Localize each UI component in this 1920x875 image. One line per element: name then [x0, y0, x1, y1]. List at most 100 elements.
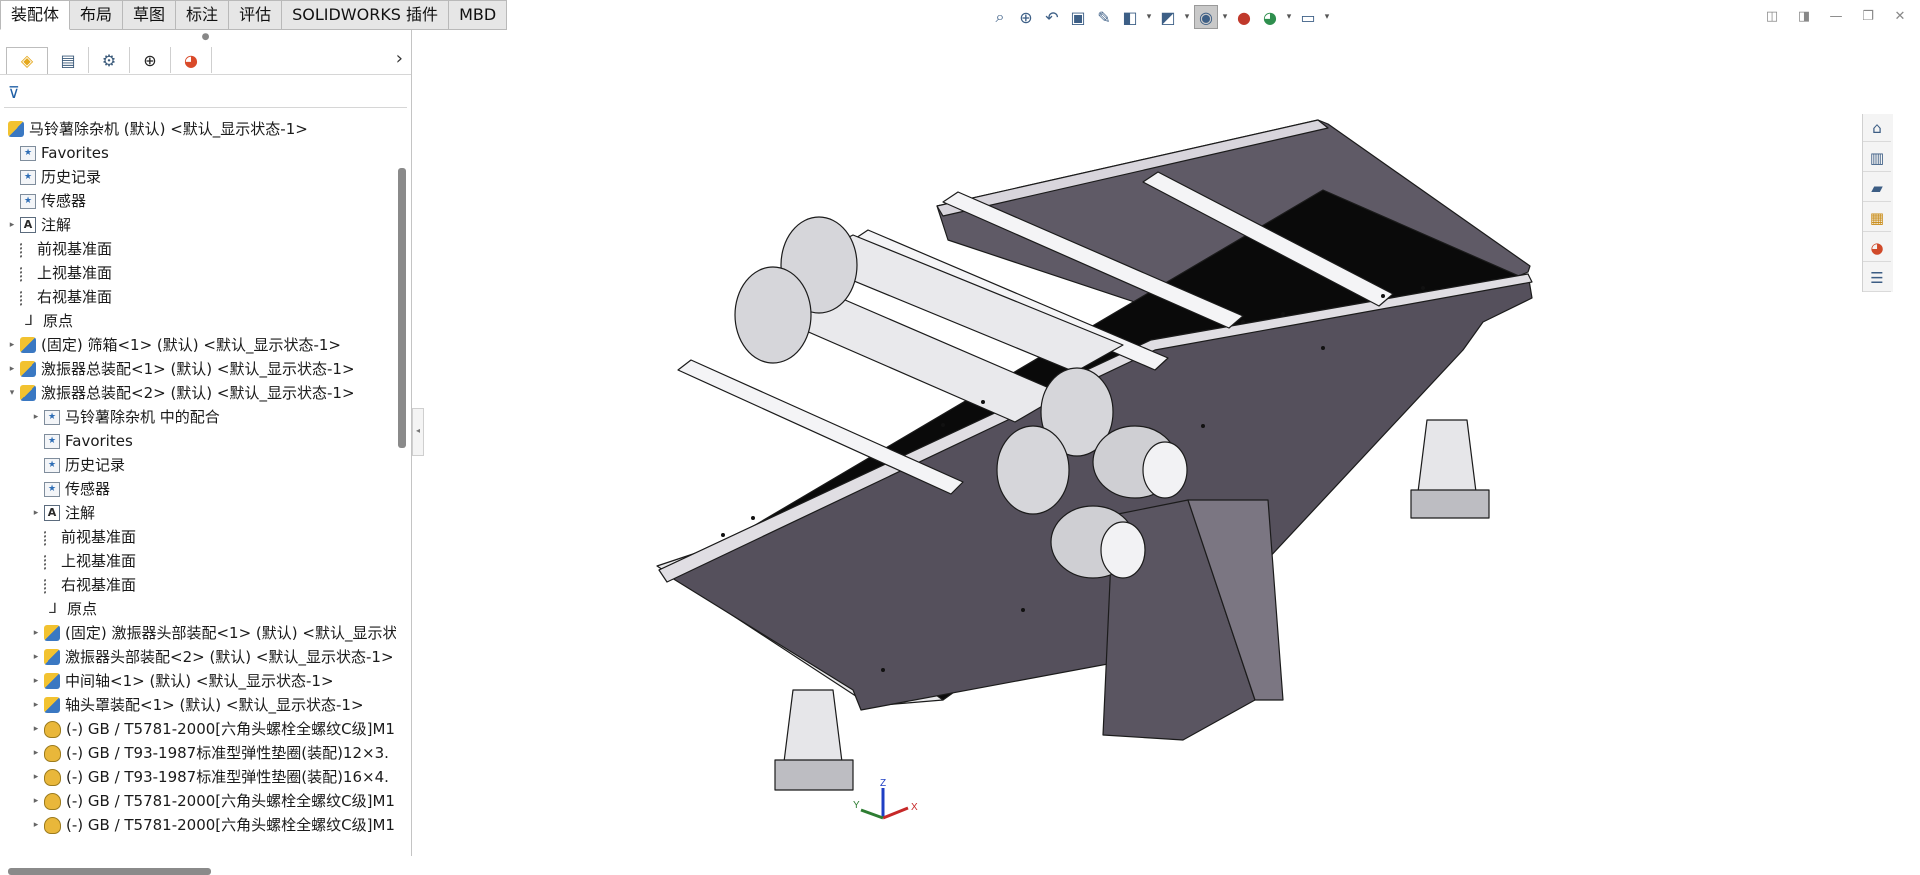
tree-item[interactable]: ★ 历史记录 — [0, 453, 396, 477]
expand-arrow-icon[interactable]: ▸ — [30, 405, 42, 429]
tree-item[interactable]: ▸ (固定) 筛箱<1> (默认) <默认_显示状态-1> — [0, 333, 396, 357]
tab-4[interactable]: 评估 — [229, 0, 283, 30]
tree-item[interactable]: ▸ ★ 马铃薯除杂机 中的配合 — [0, 405, 396, 429]
tree-item[interactable]: ▸ (固定) 激振器头部装配<1> (默认) <默认_显示状 — [0, 621, 396, 645]
tree-item[interactable]: ★ 传感器 — [0, 189, 396, 213]
file-explorer-icon[interactable]: ▰ — [1863, 174, 1891, 202]
tree-item[interactable]: 右视基准面 — [0, 573, 396, 597]
display-style-dropdown-icon[interactable]: ▾ — [1182, 5, 1192, 29]
tree-item[interactable]: 上视基准面 — [0, 549, 396, 573]
tree-item-label: 历史记录 — [41, 168, 102, 186]
tree-item[interactable]: ▸ (-) GB / T93-1987标准型弹性垫圈(装配)16×4. — [0, 765, 396, 789]
custom-properties-icon[interactable]: ☰ — [1863, 264, 1891, 292]
tab-6[interactable]: MBD — [449, 0, 508, 30]
tree-item-label: (-) GB / T5781-2000[六角头螺栓全螺纹C级]M1 — [66, 792, 395, 810]
tree-item[interactable]: ▸ A 注解 — [0, 213, 396, 237]
tree-item[interactable]: ★ Favorites — [0, 141, 396, 165]
tree-item[interactable]: ▸ (-) GB / T93-1987标准型弹性垫圈(装配)12×3. — [0, 741, 396, 765]
tree-vertical-scrollbar[interactable] — [398, 168, 406, 448]
expand-arrow-icon[interactable]: ▸ — [30, 717, 42, 741]
tree-item[interactable]: 前视基准面 — [0, 525, 396, 549]
expand-arrow-icon[interactable]: ▸ — [30, 741, 42, 765]
dimxpert-icon[interactable]: ⊕ — [130, 47, 171, 73]
plane-icon — [44, 576, 56, 594]
expand-arrow-icon[interactable]: ▸ — [6, 213, 18, 237]
expand-arrow-icon[interactable]: ▸ — [30, 645, 42, 669]
filter-icon[interactable]: ⊽ — [4, 83, 20, 102]
apply-scene-icon[interactable]: ◕ — [1258, 5, 1282, 29]
collapse-arrow-icon[interactable]: ▾ — [6, 381, 18, 405]
dynamic-annotation-icon[interactable]: ✎ — [1092, 5, 1116, 29]
tree-item[interactable]: ▸ (-) GB / T5781-2000[六角头螺栓全螺纹C级]M1 — [0, 813, 396, 837]
tree-item[interactable]: ★ Favorites — [0, 429, 396, 453]
expand-arrow-icon[interactable]: ▸ — [30, 813, 42, 837]
restore-icon[interactable]: ❐ — [1858, 6, 1878, 26]
expand-arrow-icon[interactable]: ▸ — [30, 621, 42, 645]
tree-item[interactable]: ▸ 激振器总装配<1> (默认) <默认_显示状态-1> — [0, 357, 396, 381]
expand-arrow-icon[interactable]: ▸ — [30, 501, 42, 525]
minimize-icon[interactable]: — — [1826, 6, 1846, 26]
featuremanager-icon[interactable]: ◈ — [6, 46, 48, 74]
graphics-area[interactable]: Z X Y ⌂ ▥ ▰ ▦ ◕ ☰ — [423, 30, 1893, 856]
previous-view-icon[interactable]: ↶ — [1040, 5, 1064, 29]
propertymanager-icon[interactable]: ▤ — [48, 47, 89, 73]
tree-item[interactable]: ▸ (-) GB / T5781-2000[六角头螺栓全螺纹C级]M1 — [0, 717, 396, 741]
tree-item[interactable]: ★ 历史记录 — [0, 165, 396, 189]
axis-triad-icon: Z X Y — [853, 778, 918, 820]
tree-item[interactable]: ▸ 激振器头部装配<2> (默认) <默认_显示状态-1> — [0, 645, 396, 669]
design-library-icon[interactable]: ▥ — [1863, 144, 1891, 172]
panel-grip-icon[interactable]: ● — [0, 30, 411, 46]
tree-item[interactable]: ▸ A 注解 — [0, 501, 396, 525]
view-settings-dropdown-icon[interactable]: ▾ — [1322, 5, 1332, 29]
expand-arrow-icon[interactable]: ▸ — [30, 693, 42, 717]
close-icon[interactable]: ✕ — [1890, 6, 1910, 26]
section-view-icon[interactable]: ▣ — [1066, 5, 1090, 29]
expand-arrow-icon[interactable]: ▸ — [6, 357, 18, 381]
tree-item[interactable]: 上视基准面 — [0, 261, 396, 285]
display-style-icon[interactable]: ◩ — [1156, 5, 1180, 29]
assembly-model[interactable] — [423, 30, 1893, 856]
tile-left-icon[interactable]: ◫ — [1762, 6, 1782, 26]
view-orientation-icon[interactable]: ◧ — [1118, 5, 1142, 29]
tree-item[interactable]: 右视基准面 — [0, 285, 396, 309]
tree-item[interactable]: ▾ 激振器总装配<2> (默认) <默认_显示状态-1> — [0, 381, 396, 405]
expand-panel-icon[interactable]: › — [396, 48, 403, 69]
tab-0[interactable]: 装配体 — [0, 0, 71, 30]
home-icon[interactable]: ⌂ — [1863, 114, 1891, 142]
appearances-icon[interactable]: ◕ — [1863, 234, 1891, 262]
apply-scene-dropdown-icon[interactable]: ▾ — [1284, 5, 1294, 29]
zoom-to-area-icon[interactable]: ⊕ — [1014, 5, 1038, 29]
spring-mount — [1416, 419, 1478, 501]
tile-right-icon[interactable]: ◨ — [1794, 6, 1814, 26]
hide-show-items-icon[interactable]: ◉ — [1194, 5, 1218, 29]
tree-item[interactable]: ▸ 轴头罩装配<1> (默认) <默认_显示状态-1> — [0, 693, 396, 717]
expand-arrow-icon[interactable]: ▸ — [6, 333, 18, 357]
tree-filter[interactable]: ⊽ — [4, 77, 407, 108]
tree-item[interactable]: ▸ 中间轴<1> (默认) <默认_显示状态-1> — [0, 669, 396, 693]
tab-3[interactable]: 标注 — [176, 0, 230, 30]
tree-root[interactable]: 马铃薯除杂机 (默认) <默认_显示状态-1> — [0, 117, 396, 141]
view-palette-icon[interactable]: ▦ — [1863, 204, 1891, 232]
tab-2[interactable]: 草图 — [123, 0, 177, 30]
tree-horizontal-scrollbar[interactable] — [8, 868, 211, 875]
tree-item-label: 激振器头部装配<2> (默认) <默认_显示状态-1> — [65, 648, 394, 666]
tree-item-label: (-) GB / T5781-2000[六角头螺栓全螺纹C级]M1 — [66, 720, 395, 738]
tree-item[interactable]: 前视基准面 — [0, 237, 396, 261]
tab-5[interactable]: SOLIDWORKS 插件 — [282, 0, 450, 30]
folder-icon: ★ — [20, 193, 36, 209]
tree-item[interactable]: ⅃ 原点 — [0, 309, 396, 333]
hide-show-dropdown-icon[interactable]: ▾ — [1220, 5, 1230, 29]
edit-appearance-icon[interactable]: ● — [1232, 5, 1256, 29]
expand-arrow-icon[interactable]: ▸ — [30, 765, 42, 789]
displaymanager-icon[interactable]: ◕ — [171, 47, 212, 73]
tree-item[interactable]: ★ 传感器 — [0, 477, 396, 501]
zoom-to-fit-icon[interactable]: ⌕ — [988, 5, 1012, 29]
expand-arrow-icon[interactable]: ▸ — [30, 669, 42, 693]
view-settings-icon[interactable]: ▭ — [1296, 5, 1320, 29]
view-orientation-dropdown-icon[interactable]: ▾ — [1144, 5, 1154, 29]
tree-item[interactable]: ▸ (-) GB / T5781-2000[六角头螺栓全螺纹C级]M1 — [0, 789, 396, 813]
tab-1[interactable]: 布局 — [70, 0, 124, 30]
configurationmanager-icon[interactable]: ⚙ — [89, 47, 130, 73]
tree-item[interactable]: ⅃ 原点 — [0, 597, 396, 621]
expand-arrow-icon[interactable]: ▸ — [30, 789, 42, 813]
